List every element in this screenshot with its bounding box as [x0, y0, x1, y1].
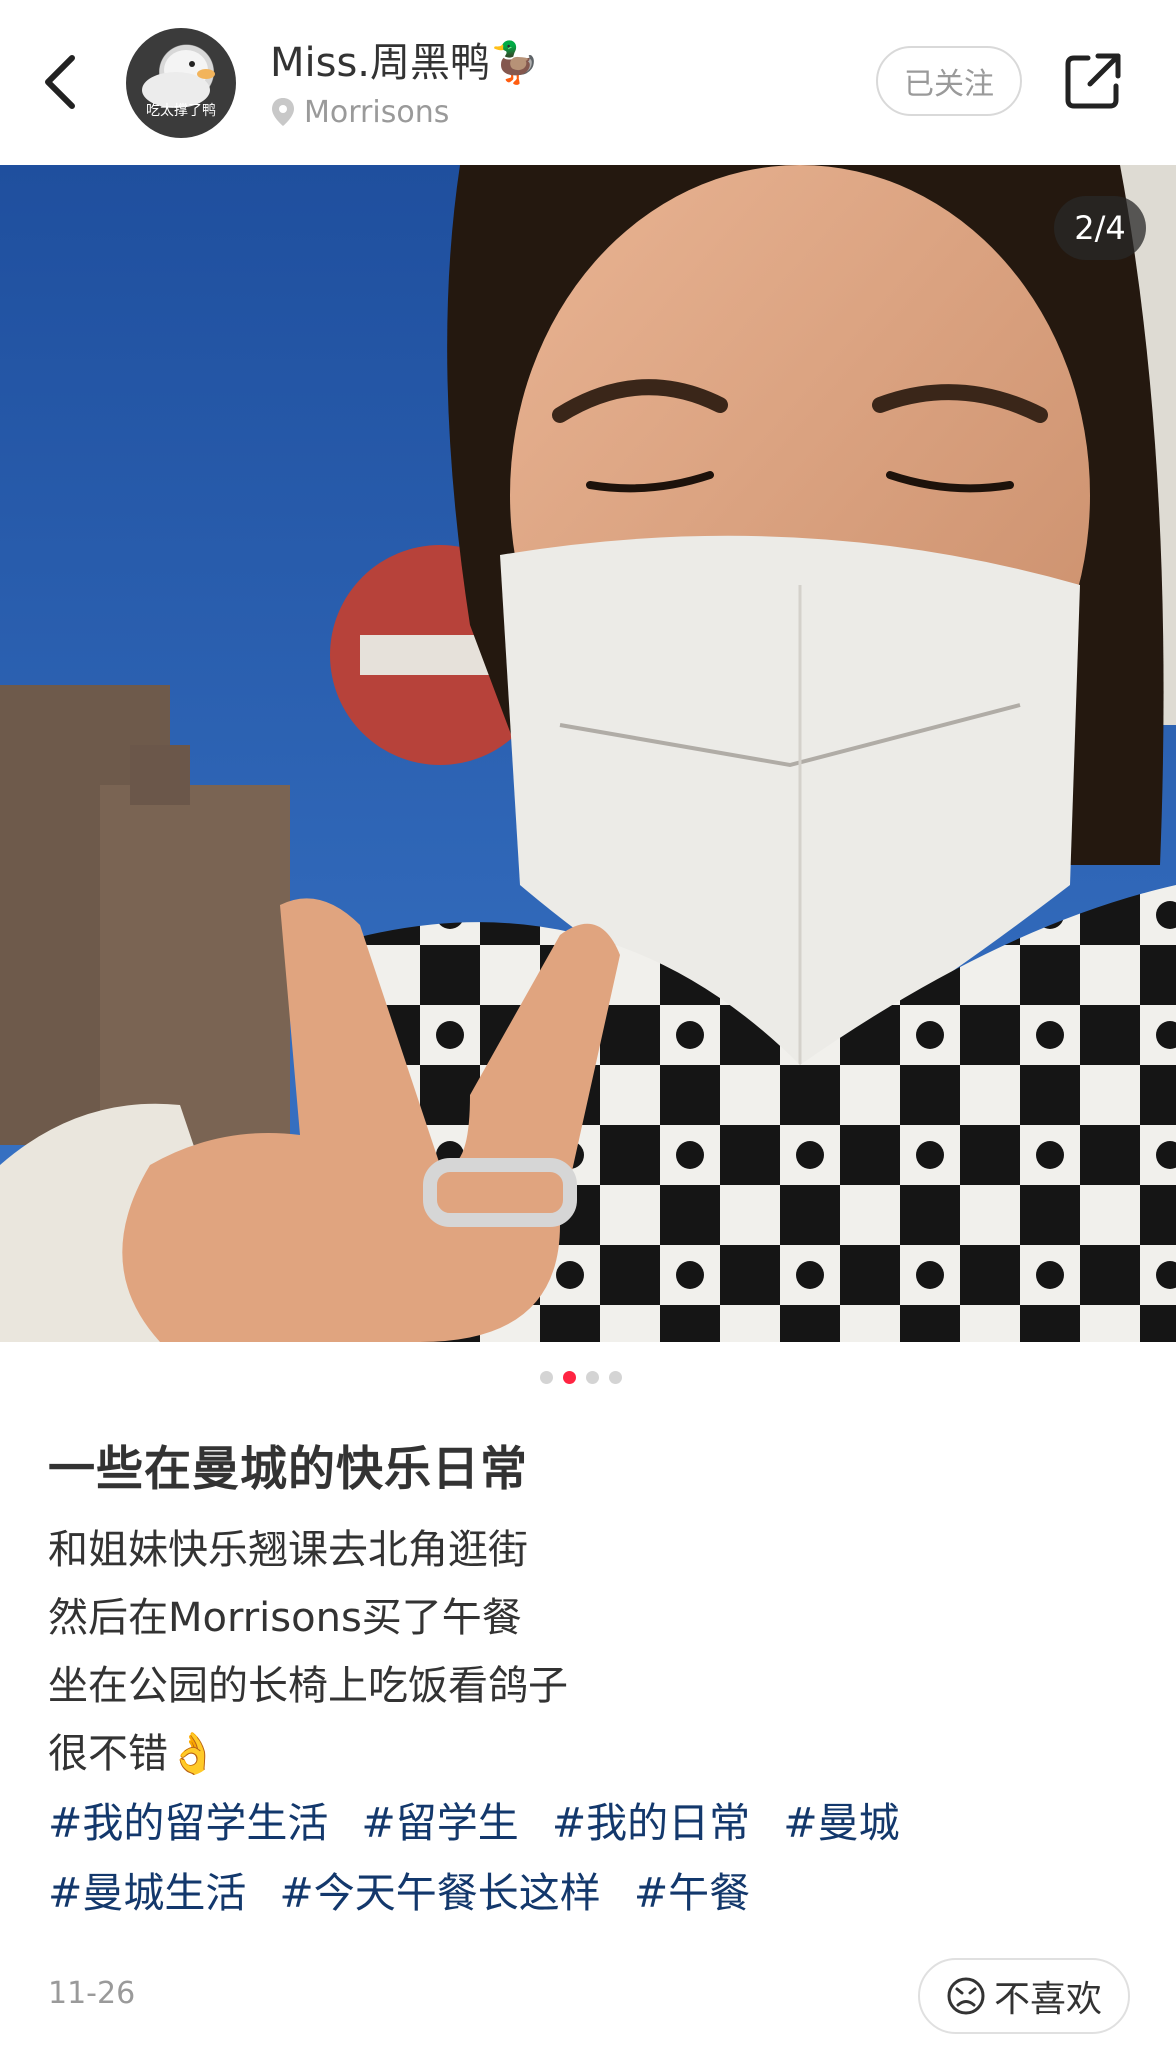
- hashtag[interactable]: #我的留学生活: [48, 1799, 328, 1847]
- top-bar: 吃太撑了鸭 Miss.周黑鸭🦆 Morrisons 已关注: [0, 0, 1176, 165]
- dislike-button[interactable]: 不喜欢: [918, 1958, 1130, 2034]
- chevron-left-icon: [45, 55, 75, 109]
- post-body-line: 很不错👌: [48, 1731, 218, 1777]
- map-pin-icon: [272, 98, 294, 126]
- share-button[interactable]: [1062, 50, 1124, 112]
- post-body: 和姐妹快乐翘课去北角逛街 然后在Morrisons买了午餐 坐在公园的长椅上吃饭…: [48, 1516, 1128, 1788]
- image-counter: 2/4: [1054, 196, 1146, 260]
- selfie-photo: [0, 165, 1176, 1342]
- share-icon: [1065, 53, 1121, 109]
- follow-button[interactable]: 已关注: [876, 46, 1022, 116]
- carousel-dot[interactable]: [586, 1371, 599, 1384]
- hashtag[interactable]: #今天午餐长这样: [279, 1869, 600, 1917]
- duck-avatar-image: [142, 50, 215, 108]
- post-date: 11-26: [48, 1976, 136, 2011]
- dislike-label: 不喜欢: [993, 1979, 1102, 2020]
- location-label: Morrisons: [304, 94, 450, 130]
- hashtag[interactable]: #我的日常: [552, 1799, 750, 1847]
- hashtag[interactable]: #曼城: [783, 1799, 899, 1847]
- location-row[interactable]: Morrisons: [270, 90, 449, 134]
- post-title: 一些在曼城的快乐日常: [48, 1442, 528, 1497]
- post-body-line: 坐在公园的长椅上吃饭看鸽子: [48, 1663, 568, 1709]
- hashtag[interactable]: #午餐: [634, 1869, 750, 1917]
- avatar-caption: 吃太撑了鸭: [146, 103, 216, 119]
- carousel-dot[interactable]: [609, 1371, 622, 1384]
- hashtag[interactable]: #留学生: [361, 1799, 518, 1847]
- avatar[interactable]: 吃太撑了鸭: [126, 28, 236, 138]
- back-button[interactable]: [38, 48, 88, 116]
- carousel-dots: [540, 1371, 622, 1384]
- carousel-dot[interactable]: [540, 1371, 553, 1384]
- post-photo[interactable]: [0, 165, 1176, 1342]
- carousel-dot-active[interactable]: [563, 1371, 576, 1384]
- frown-face-icon: [947, 1977, 985, 2015]
- post-body-line: 和姐妹快乐翘课去北角逛街: [48, 1527, 528, 1573]
- user-name[interactable]: Miss.周黑鸭🦆: [270, 30, 540, 88]
- post-body-line: 然后在Morrisons买了午餐: [48, 1595, 522, 1641]
- hashtag-list: #我的留学生活 #留学生 #我的日常 #曼城 #曼城生活 #今天午餐长这样 #午…: [48, 1788, 1138, 1928]
- hashtag[interactable]: #曼城生活: [48, 1869, 246, 1917]
